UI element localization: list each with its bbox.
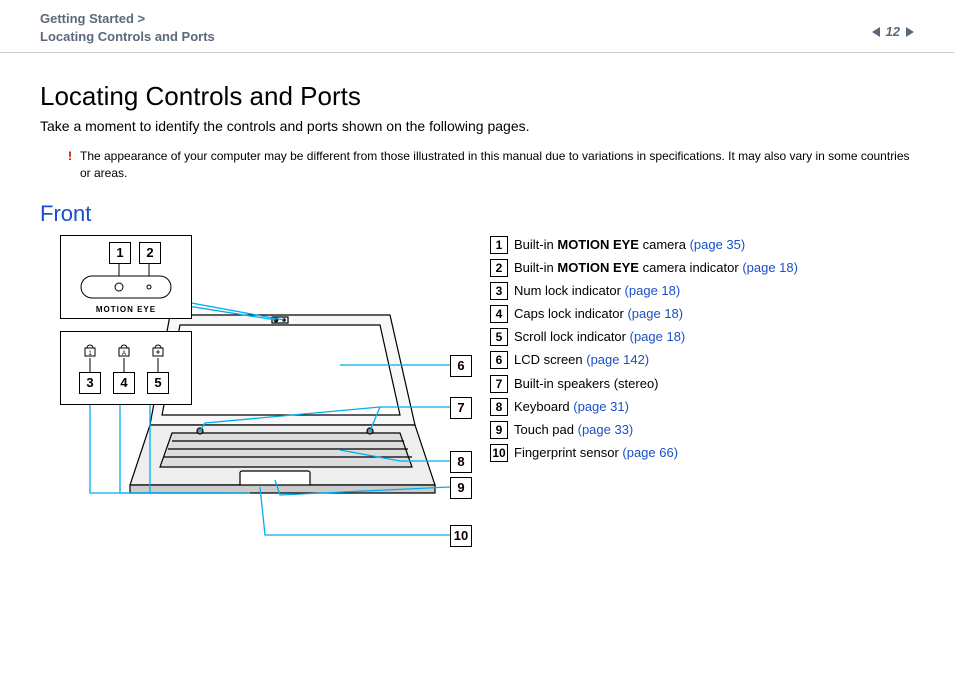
breadcrumb-line1: Getting Started > (40, 10, 215, 28)
legend-item: 4 Caps lock indicator (page 18) (490, 304, 798, 324)
callout-4: 4 (113, 372, 135, 394)
callout-7: 7 (450, 397, 472, 419)
legend-item: 6 LCD screen (page 142) (490, 350, 798, 370)
legend-item: 3 Num lock indicator (page 18) (490, 281, 798, 301)
inset-motion-eye: 1 2 MOTION EYE (60, 235, 192, 319)
warning-note: ! The appearance of your computer may be… (80, 148, 914, 180)
legend-page-link[interactable]: (page 33) (578, 422, 634, 437)
legend-text: Scroll lock indicator (page 18) (514, 327, 685, 347)
front-diagram: 1 2 MOTION EYE 1 (40, 235, 460, 565)
legend-text: Fingerprint sensor (page 66) (514, 443, 678, 463)
legend-number: 1 (490, 236, 508, 254)
legend-page-link[interactable]: (page 18) (742, 260, 798, 275)
legend-number: 3 (490, 282, 508, 300)
legend-list: 1 Built-in MOTION EYE camera (page 35) 2 Bu… (490, 235, 798, 565)
callout-8: 8 (450, 451, 472, 473)
legend-number: 7 (490, 375, 508, 393)
warning-icon: ! (68, 148, 72, 164)
legend-item: 5 Scroll lock indicator (page 18) (490, 327, 798, 347)
breadcrumb-line2: Locating Controls and Ports (40, 28, 215, 46)
legend-item: 2 Built-in MOTION EYE camera indicator (p… (490, 258, 798, 278)
legend-text: Built-in speakers (stereo) (514, 374, 659, 394)
warning-text: The appearance of your computer may be d… (80, 149, 910, 179)
callout-3: 3 (79, 372, 101, 394)
legend-item: 10 Fingerprint sensor (page 66) (490, 443, 798, 463)
intro-text: Take a moment to identify the controls a… (40, 118, 914, 134)
legend-number: 10 (490, 444, 508, 462)
legend-number: 8 (490, 398, 508, 416)
page-number: 12 (886, 24, 900, 39)
legend-text: Caps lock indicator (page 18) (514, 304, 683, 324)
callout-9: 9 (450, 477, 472, 499)
svg-text:A: A (122, 351, 126, 357)
page-title: Locating Controls and Ports (40, 81, 914, 112)
inset-motion-eye-label: MOTION EYE (61, 305, 191, 314)
legend-item: 7 Built-in speakers (stereo) (490, 374, 798, 394)
prev-page-icon[interactable] (872, 27, 880, 37)
inset-indicators: 1 A 3 4 5 (60, 331, 192, 405)
callout-5: 5 (147, 372, 169, 394)
legend-page-link[interactable]: (page 142) (586, 352, 649, 367)
section-heading: Front (40, 201, 914, 227)
legend-page-link[interactable]: (page 18) (627, 306, 683, 321)
legend-item: 8 Keyboard (page 31) (490, 397, 798, 417)
legend-text: Built-in MOTION EYE camera (page 35) (514, 235, 745, 255)
legend-page-link[interactable]: (page 18) (625, 283, 681, 298)
legend-item: 1 Built-in MOTION EYE camera (page 35) (490, 235, 798, 255)
breadcrumb: Getting Started > Locating Controls and … (40, 10, 215, 46)
legend-text: Touch pad (page 33) (514, 420, 633, 440)
legend-page-link[interactable]: (page 35) (690, 237, 746, 252)
next-page-icon[interactable] (906, 27, 914, 37)
legend-text: Num lock indicator (page 18) (514, 281, 680, 301)
legend-number: 5 (490, 328, 508, 346)
legend-text: Keyboard (page 31) (514, 397, 629, 417)
callout-6: 6 (450, 355, 472, 377)
legend-item: 9 Touch pad (page 33) (490, 420, 798, 440)
legend-page-link[interactable]: (page 18) (630, 329, 686, 344)
legend-number: 2 (490, 259, 508, 277)
legend-page-link[interactable]: (page 31) (573, 399, 629, 414)
legend-text: LCD screen (page 142) (514, 350, 649, 370)
legend-number: 9 (490, 421, 508, 439)
page-header: Getting Started > Locating Controls and … (0, 0, 954, 53)
legend-number: 4 (490, 305, 508, 323)
page-nav: 12 (872, 10, 914, 39)
legend-page-link[interactable]: (page 66) (622, 445, 678, 460)
legend-number: 6 (490, 351, 508, 369)
legend-text: Built-in MOTION EYE camera indicator (pa… (514, 258, 798, 278)
callout-10: 10 (450, 525, 472, 547)
